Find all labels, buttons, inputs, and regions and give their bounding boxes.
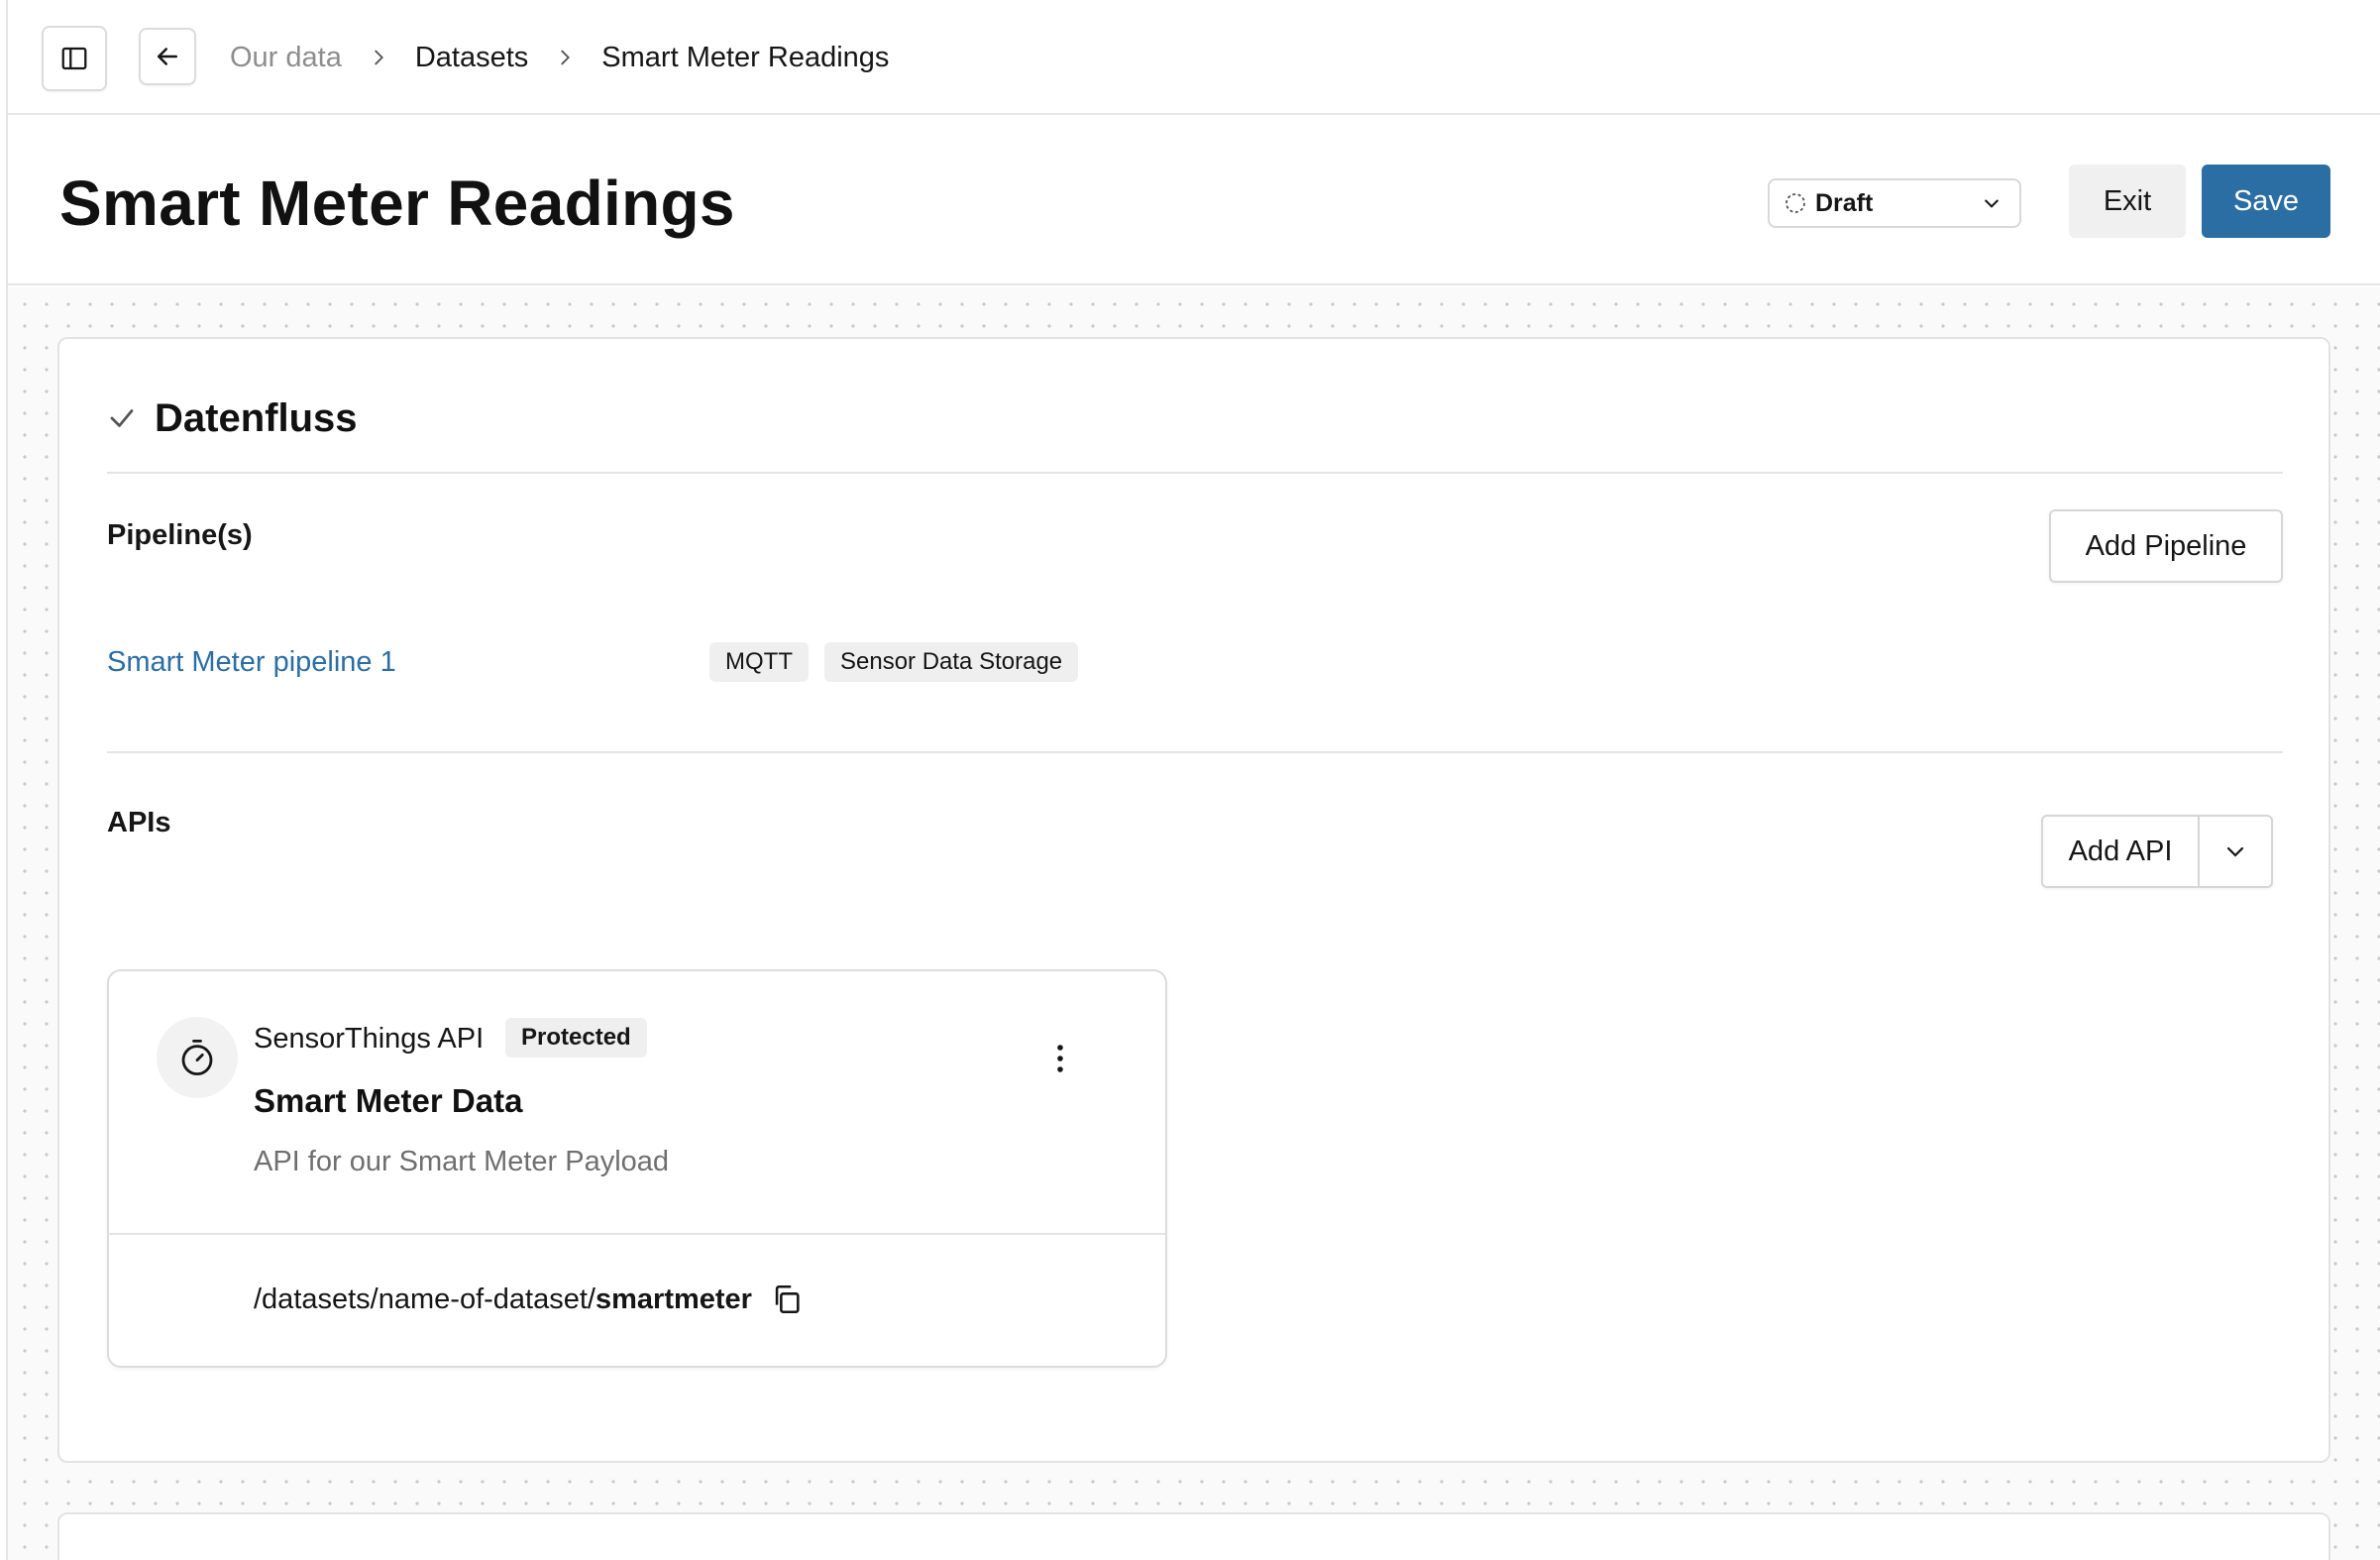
datenfluss-card: Datenfluss Pipeline(s) Add Pipeline Smar… [57, 337, 2330, 1463]
api-avatar [157, 1017, 238, 1098]
exit-button[interactable]: Exit [2069, 165, 2186, 238]
add-api-button[interactable]: Add API [2043, 817, 2200, 886]
breadcrumb-our-data[interactable]: Our data [230, 42, 342, 74]
arrow-left-icon [158, 48, 177, 65]
api-path-endpoint: smartmeter [595, 1282, 752, 1315]
chevron-right-icon [528, 47, 601, 68]
status-select-value: Draft [1815, 188, 1874, 217]
page-header: Smart Meter Readings Draft Exit Save [8, 115, 2380, 285]
pipeline-tag-storage: Sensor Data Storage [824, 642, 1079, 682]
api-path-prefix: /datasets/name-of-dataset/ [254, 1282, 595, 1315]
pipelines-label: Pipeline(s) [107, 519, 253, 551]
chevron-down-icon [1982, 193, 2001, 213]
pipelines-divider [107, 751, 2283, 753]
toggle-sidebar-button[interactable] [42, 26, 107, 91]
save-button[interactable]: Save [2202, 165, 2330, 238]
draft-status-icon [1785, 193, 1805, 213]
editor-canvas: Datenfluss Pipeline(s) Add Pipeline Smar… [8, 287, 2380, 1560]
chevron-down-icon [2226, 846, 2244, 857]
add-api-split-button: Add API [2041, 815, 2273, 888]
page-title: Smart Meter Readings [59, 167, 735, 239]
api-path: /datasets/name-of-dataset/smartmeter [254, 1282, 804, 1316]
add-pipeline-button[interactable]: Add Pipeline [2049, 509, 2283, 583]
copy-icon[interactable] [770, 1282, 804, 1316]
chevron-right-icon [342, 47, 415, 68]
api-card-divider [109, 1233, 1165, 1235]
api-card[interactable]: SensorThings API Protected Smart Meter D… [107, 969, 1167, 1368]
back-button[interactable] [139, 28, 196, 85]
api-description: API for our Smart Meter Payload [254, 1146, 670, 1177]
status-select[interactable]: Draft [1768, 178, 2021, 228]
api-type: SensorThings API [254, 1023, 485, 1055]
api-name: Smart Meter Data [254, 1082, 523, 1119]
breadcrumb-datasets[interactable]: Datasets [415, 42, 528, 74]
pipeline-tag-mqtt: MQTT [709, 642, 809, 682]
stopwatch-icon [181, 1039, 213, 1076]
breadcrumb: Our data Datasets Smart Meter Readings [230, 36, 889, 79]
section-divider [107, 472, 2283, 474]
check-icon [110, 409, 134, 427]
next-section-card [57, 1512, 2330, 1560]
section-header: Datenfluss [107, 389, 358, 448]
top-bar: Our data Datasets Smart Meter Readings [8, 0, 2380, 115]
section-title: Datenfluss [155, 395, 358, 440]
app-window: Our data Datasets Smart Meter Readings S… [6, 0, 2380, 1560]
more-options-button[interactable] [1040, 1039, 1080, 1078]
pipeline-link[interactable]: Smart Meter pipeline 1 [107, 646, 396, 679]
breadcrumb-current: Smart Meter Readings [601, 41, 890, 73]
kebab-menu-icon [1057, 1045, 1063, 1072]
sidebar-icon [61, 47, 87, 70]
add-api-dropdown-button[interactable] [2200, 817, 2271, 886]
apis-label: APIs [107, 807, 171, 838]
api-protected-badge: Protected [505, 1018, 647, 1058]
